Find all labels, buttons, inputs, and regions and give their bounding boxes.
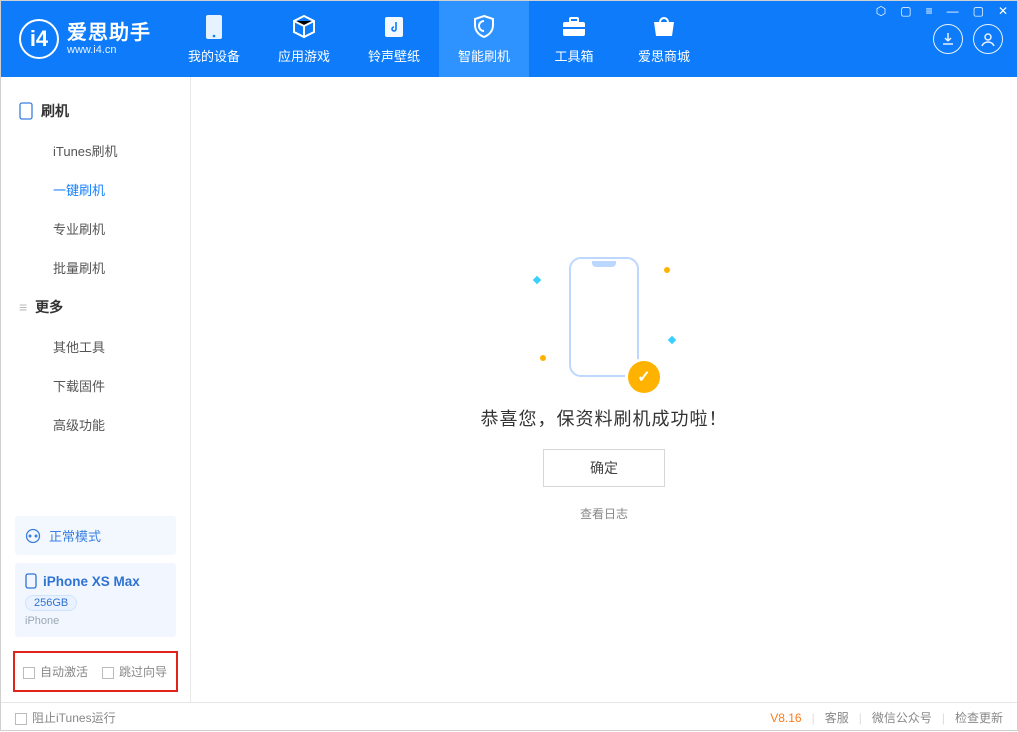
view-log-link[interactable]: 查看日志 <box>580 505 628 522</box>
menu-icon: ≡ <box>19 299 27 315</box>
tab-label: 爱思商城 <box>638 46 690 65</box>
checkbox-skip-guide[interactable]: 跳过向导 <box>102 663 167 680</box>
shield-icon <box>471 14 497 40</box>
sidebar-item-advanced[interactable]: 高级功能 <box>1 405 190 444</box>
sidebar-item-pro-flash[interactable]: 专业刷机 <box>1 209 190 248</box>
status-bar: 阻止iTunes运行 V8.16 | 客服 | 微信公众号 | 检查更新 <box>1 702 1017 732</box>
tshirt-icon[interactable]: ⬡ <box>876 4 886 18</box>
link-check-update[interactable]: 检查更新 <box>955 709 1003 726</box>
maximize-button[interactable]: ▢ <box>973 4 984 18</box>
music-icon <box>381 14 407 40</box>
ok-button[interactable]: 确定 <box>543 449 665 487</box>
app-header: i4 爱思助手 www.i4.cn 我的设备 应用游戏 铃声壁纸 智能刷机 工具… <box>1 1 1017 77</box>
checkbox-icon <box>23 667 35 679</box>
account-button[interactable] <box>973 24 1003 54</box>
success-illustration: ✓ <box>554 257 654 387</box>
tab-store[interactable]: 爱思商城 <box>619 1 709 77</box>
link-support[interactable]: 客服 <box>825 709 849 726</box>
checkbox-icon <box>102 667 114 679</box>
device-capacity: 256GB <box>25 595 77 611</box>
device-icon <box>19 102 33 120</box>
device-info[interactable]: iPhone XS Max 256GB iPhone <box>15 563 176 637</box>
device-name-text: iPhone XS Max <box>43 574 140 589</box>
tab-label: 应用游戏 <box>278 46 330 65</box>
sidebar-item-download-firmware[interactable]: 下载固件 <box>1 366 190 405</box>
device-mode[interactable]: 正常模式 <box>15 516 176 555</box>
toolbox-icon <box>561 14 587 40</box>
tab-apps-games[interactable]: 应用游戏 <box>259 1 349 77</box>
sidebar-item-batch-flash[interactable]: 批量刷机 <box>1 248 190 287</box>
brand: i4 爱思助手 www.i4.cn <box>1 1 169 77</box>
brand-logo-icon: i4 <box>19 19 59 59</box>
sidebar-section-flash: 刷机 <box>1 91 190 131</box>
sidebar-section-more: ≡ 更多 <box>1 287 190 327</box>
sidebar-item-other-tools[interactable]: 其他工具 <box>1 327 190 366</box>
success-message: 恭喜您，保资料刷机成功啦！ <box>481 405 728 431</box>
feedback-icon[interactable]: ▢ <box>900 4 911 18</box>
main-content: ✓ 恭喜您，保资料刷机成功啦！ 确定 查看日志 <box>191 77 1017 702</box>
checkbox-block-itunes[interactable]: 阻止iTunes运行 <box>15 709 116 726</box>
tab-label: 铃声壁纸 <box>368 46 420 65</box>
menu-icon[interactable]: ≡ <box>926 4 933 18</box>
sync-icon <box>25 528 41 544</box>
check-icon: ✓ <box>628 361 660 393</box>
sidebar-section-title: 刷机 <box>41 101 69 121</box>
device-type: iPhone <box>25 615 166 627</box>
tab-my-device[interactable]: 我的设备 <box>169 1 259 77</box>
cube-icon <box>291 14 317 40</box>
sidebar: 刷机 iTunes刷机 一键刷机 专业刷机 批量刷机 ≡ 更多 其他工具 下载固… <box>1 77 191 702</box>
tab-label: 我的设备 <box>188 46 240 65</box>
version-label: V8.16 <box>770 711 801 725</box>
tab-toolbox[interactable]: 工具箱 <box>529 1 619 77</box>
close-button[interactable]: ✕ <box>998 4 1008 18</box>
checkbox-auto-activate[interactable]: 自动激活 <box>23 663 88 680</box>
device-mode-text: 正常模式 <box>49 526 101 545</box>
minimize-button[interactable]: — <box>947 4 959 18</box>
tab-smart-flash[interactable]: 智能刷机 <box>439 1 529 77</box>
brand-title: 爱思助手 <box>67 22 151 44</box>
phone-icon <box>25 573 37 589</box>
tab-label: 工具箱 <box>554 46 593 65</box>
header-tabs: 我的设备 应用游戏 铃声壁纸 智能刷机 工具箱 爱思商城 <box>169 1 709 77</box>
store-icon <box>651 14 677 40</box>
device-icon <box>201 14 227 40</box>
sidebar-section-title: 更多 <box>35 297 63 317</box>
link-wechat[interactable]: 微信公众号 <box>872 709 932 726</box>
brand-url: www.i4.cn <box>67 44 151 56</box>
download-button[interactable] <box>933 24 963 54</box>
options-highlight: 自动激活 跳过向导 <box>13 651 178 692</box>
tab-label: 智能刷机 <box>458 46 510 65</box>
sidebar-item-itunes-flash[interactable]: iTunes刷机 <box>1 131 190 170</box>
tab-ringtone-wallpaper[interactable]: 铃声壁纸 <box>349 1 439 77</box>
checkbox-icon <box>15 713 27 725</box>
sidebar-item-oneclick-flash[interactable]: 一键刷机 <box>1 170 190 209</box>
